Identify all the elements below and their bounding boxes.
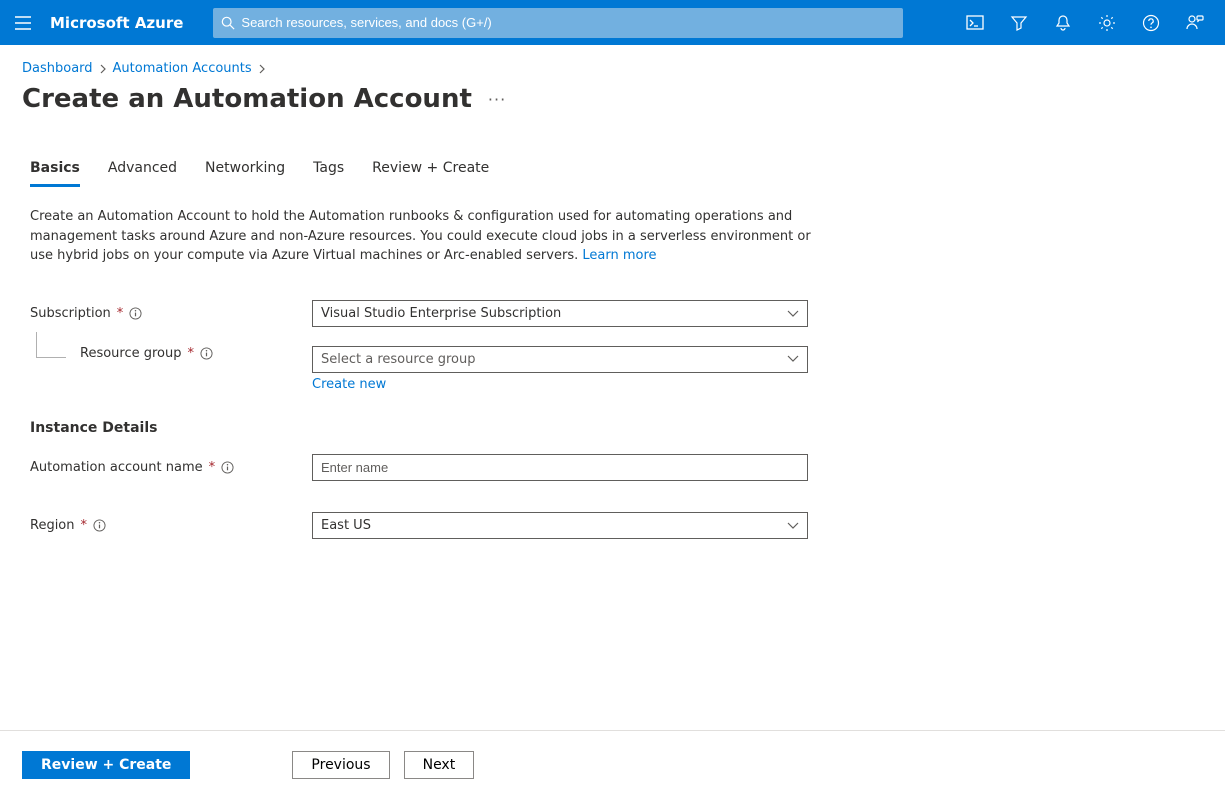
breadcrumb-automation-accounts[interactable]: Automation Accounts — [113, 61, 252, 76]
notifications-icon[interactable] — [1041, 0, 1085, 45]
chevron-right-icon — [93, 64, 113, 74]
wizard-footer: Review + Create Previous Next — [0, 730, 1225, 798]
chevron-down-icon — [787, 355, 799, 363]
create-new-resource-group-link[interactable]: Create new — [312, 377, 386, 392]
tab-bar: Basics Advanced Networking Tags Review +… — [30, 160, 1195, 187]
tree-elbow-icon — [36, 332, 66, 358]
intro-text: Create an Automation Account to hold the… — [30, 209, 811, 263]
subscription-label: Subscription * — [30, 306, 312, 321]
region-label: Region * — [30, 518, 312, 533]
subscription-value: Visual Studio Enterprise Subscription — [321, 306, 561, 321]
region-select[interactable]: East US — [312, 512, 808, 539]
breadcrumb: Dashboard Automation Accounts — [0, 45, 1225, 80]
form-content: Basics Advanced Networking Tags Review +… — [0, 120, 1225, 730]
resource-group-placeholder: Select a resource group — [321, 352, 475, 367]
settings-icon[interactable] — [1085, 0, 1129, 45]
resource-group-label: Resource group * — [30, 346, 312, 361]
header-actions — [953, 0, 1225, 45]
review-create-button[interactable]: Review + Create — [22, 751, 190, 779]
account-name-label: Automation account name * — [30, 460, 312, 475]
cloud-shell-icon[interactable] — [953, 0, 997, 45]
help-icon[interactable] — [1129, 0, 1173, 45]
section-instance-details: Instance Details — [30, 420, 1195, 436]
field-account-name: Automation account name * — [30, 454, 1195, 482]
global-search[interactable] — [213, 8, 903, 38]
brand-logo[interactable]: Microsoft Azure — [45, 14, 203, 32]
field-resource-group: Resource group * Select a resource group… — [30, 346, 1195, 392]
required-asterisk: * — [188, 346, 195, 361]
tab-tags[interactable]: Tags — [313, 160, 344, 187]
search-icon — [221, 16, 235, 30]
breadcrumb-dashboard[interactable]: Dashboard — [22, 61, 93, 76]
chevron-down-icon — [787, 522, 799, 530]
info-icon[interactable] — [221, 461, 234, 474]
tab-advanced[interactable]: Advanced — [108, 160, 177, 187]
account-name-input[interactable] — [312, 454, 808, 481]
required-asterisk: * — [209, 460, 216, 475]
required-asterisk: * — [117, 306, 124, 321]
field-subscription: Subscription * Visual Studio Enterprise … — [30, 300, 1195, 328]
next-button[interactable]: Next — [404, 751, 475, 779]
menu-icon[interactable] — [0, 0, 45, 45]
info-icon[interactable] — [93, 519, 106, 532]
previous-button[interactable]: Previous — [292, 751, 389, 779]
more-actions-icon[interactable]: ··· — [488, 90, 506, 109]
info-icon[interactable] — [200, 347, 213, 360]
subscription-select[interactable]: Visual Studio Enterprise Subscription — [312, 300, 808, 327]
resource-group-select[interactable]: Select a resource group — [312, 346, 808, 373]
field-region: Region * East US — [30, 512, 1195, 540]
tab-review-create[interactable]: Review + Create — [372, 160, 489, 187]
search-input[interactable] — [235, 15, 895, 30]
learn-more-link[interactable]: Learn more — [582, 248, 656, 263]
tab-basics[interactable]: Basics — [30, 160, 80, 187]
chevron-right-icon — [252, 64, 272, 74]
required-asterisk: * — [81, 518, 88, 533]
global-header: Microsoft Azure — [0, 0, 1225, 45]
page-title: Create an Automation Account — [22, 84, 472, 114]
page-title-row: Create an Automation Account ··· — [0, 80, 1225, 120]
filter-icon[interactable] — [997, 0, 1041, 45]
region-value: East US — [321, 518, 371, 533]
chevron-down-icon — [787, 310, 799, 318]
tab-networking[interactable]: Networking — [205, 160, 285, 187]
info-icon[interactable] — [129, 307, 142, 320]
intro-paragraph: Create an Automation Account to hold the… — [30, 207, 820, 266]
feedback-icon[interactable] — [1173, 0, 1217, 45]
